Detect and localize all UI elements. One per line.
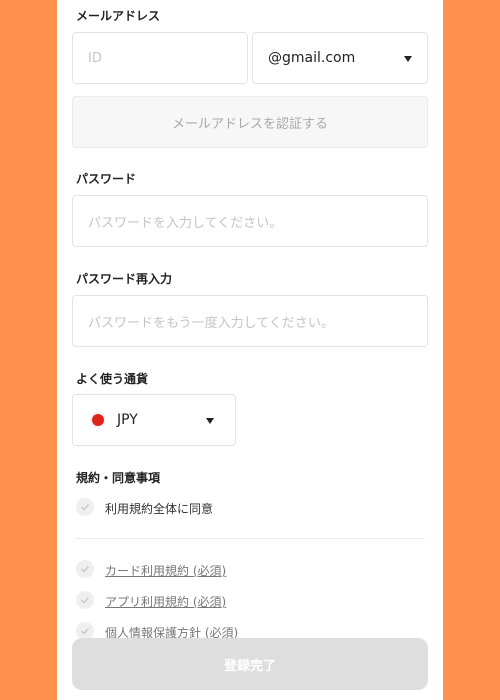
verify-email-button[interactable]: メールアドレスを認証する: [72, 96, 428, 148]
terms-item-link[interactable]: アプリ利用規約 (必須): [105, 593, 226, 610]
password-input[interactable]: パスワードを入力してください。: [72, 195, 428, 247]
currency-value: JPY: [117, 412, 138, 428]
check-icon: [81, 566, 90, 573]
email-id-placeholder: ID: [88, 50, 102, 66]
terms-item-checkbox[interactable]: [76, 591, 94, 609]
password-confirm-placeholder: パスワードをもう一度入力してください。: [88, 315, 334, 331]
terms-label: 規約・同意事項: [76, 471, 161, 485]
divider: [76, 538, 425, 539]
email-label: メールアドレス: [76, 9, 161, 23]
terms-item-checkbox[interactable]: [76, 560, 94, 578]
currency-label: よく使う通貨: [76, 372, 149, 386]
check-icon: [81, 504, 90, 511]
chevron-down-icon: [404, 56, 412, 62]
password-placeholder: パスワードを入力してください。: [88, 215, 283, 231]
chevron-down-icon: [206, 418, 214, 424]
email-domain-value: @gmail.com: [268, 50, 356, 66]
agree-all-label[interactable]: 利用規約全体に同意: [105, 500, 213, 517]
password-label: パスワード: [76, 172, 137, 186]
currency-select[interactable]: JPY: [72, 394, 236, 446]
password-confirm-label: パスワード再入力: [76, 272, 173, 286]
japan-flag-icon: [92, 414, 104, 426]
agree-all-checkbox[interactable]: [76, 498, 94, 516]
check-icon: [81, 597, 90, 604]
password-confirm-input[interactable]: パスワードをもう一度入力してください。: [72, 295, 428, 347]
email-domain-select[interactable]: @gmail.com: [252, 32, 428, 84]
email-id-input[interactable]: ID: [72, 32, 248, 84]
submit-button[interactable]: 登録完了: [72, 638, 428, 690]
signup-form-panel: メールアドレス ID @gmail.com メールアドレスを認証する パスワード…: [57, 0, 443, 700]
terms-item-link[interactable]: カード利用規約 (必須): [105, 562, 226, 579]
check-icon: [81, 628, 90, 635]
